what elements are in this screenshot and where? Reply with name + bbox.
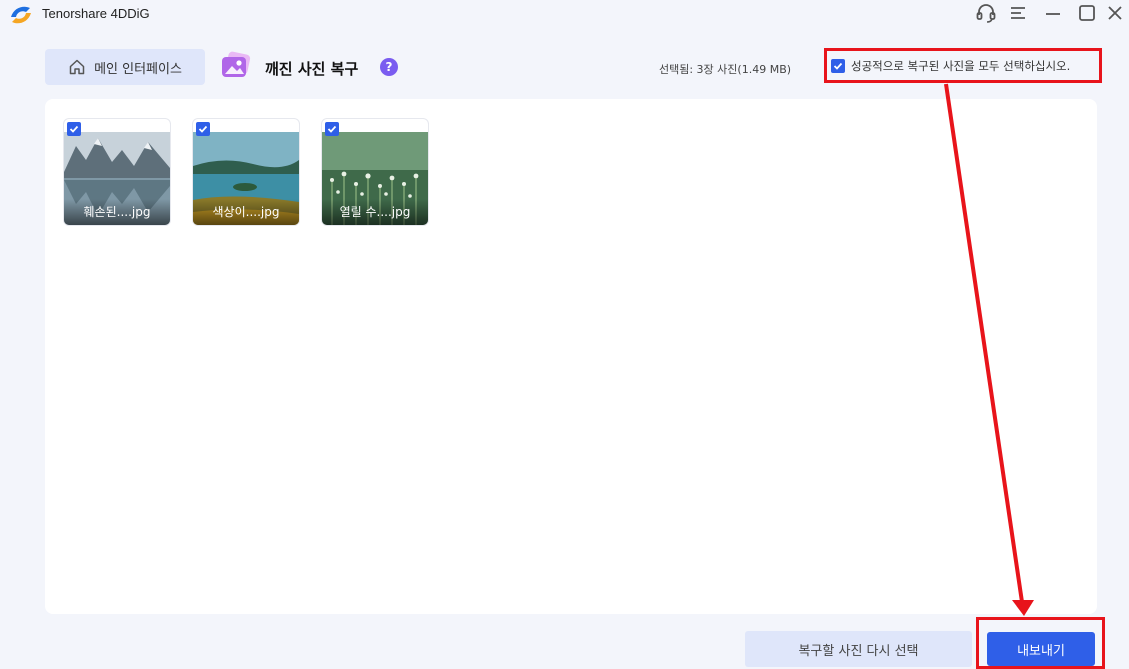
maximize-icon[interactable] (1075, 2, 1099, 24)
export-highlight-box: 내보내기 (976, 617, 1105, 669)
reselect-photos-button[interactable]: 복구할 사진 다시 선택 (745, 631, 972, 667)
photo-thumbnail[interactable]: 열릴 수....jpg (322, 119, 428, 225)
minimize-icon[interactable] (1041, 2, 1065, 24)
page-title: 깨진 사진 복구 (265, 60, 359, 78)
close-icon[interactable] (1103, 2, 1127, 24)
photo-thumbnail[interactable]: 훼손된....jpg (64, 119, 170, 225)
photo-checkbox[interactable] (67, 122, 81, 136)
photo-filename: 훼손된....jpg (64, 199, 170, 225)
select-all-checkbox[interactable]: 성공적으로 복구된 사진을 모두 선택하십시오. (824, 48, 1102, 83)
photo-repair-icon (222, 51, 251, 77)
headset-icon[interactable] (974, 2, 998, 24)
photo-grid-panel: 훼손된....jpg 색상이....jpg 열릴 수....jpg (45, 99, 1097, 614)
photo-checkbox[interactable] (325, 122, 339, 136)
title-bar: Tenorshare 4DDiG (0, 0, 1129, 28)
app-title: Tenorshare 4DDiG (42, 6, 150, 21)
photo-filename: 열릴 수....jpg (322, 199, 428, 225)
photo-thumbnail[interactable]: 색상이....jpg (193, 119, 299, 225)
selected-count-info: 선택됨: 3장 사진(1.49 MB) (659, 63, 792, 76)
home-icon (69, 59, 85, 75)
app-logo-icon (11, 6, 31, 24)
export-button[interactable]: 내보내기 (987, 632, 1095, 666)
select-all-label: 성공적으로 복구된 사진을 모두 선택하십시오. (851, 58, 1071, 73)
main-interface-button[interactable]: 메인 인터페이스 (45, 49, 205, 85)
photo-checkbox[interactable] (196, 122, 210, 136)
help-icon[interactable]: ? (380, 58, 398, 76)
checkbox-checked-icon[interactable] (831, 58, 845, 73)
photo-filename: 색상이....jpg (193, 199, 299, 225)
menu-icon[interactable] (1006, 2, 1030, 24)
main-interface-label: 메인 인터페이스 (94, 61, 182, 77)
